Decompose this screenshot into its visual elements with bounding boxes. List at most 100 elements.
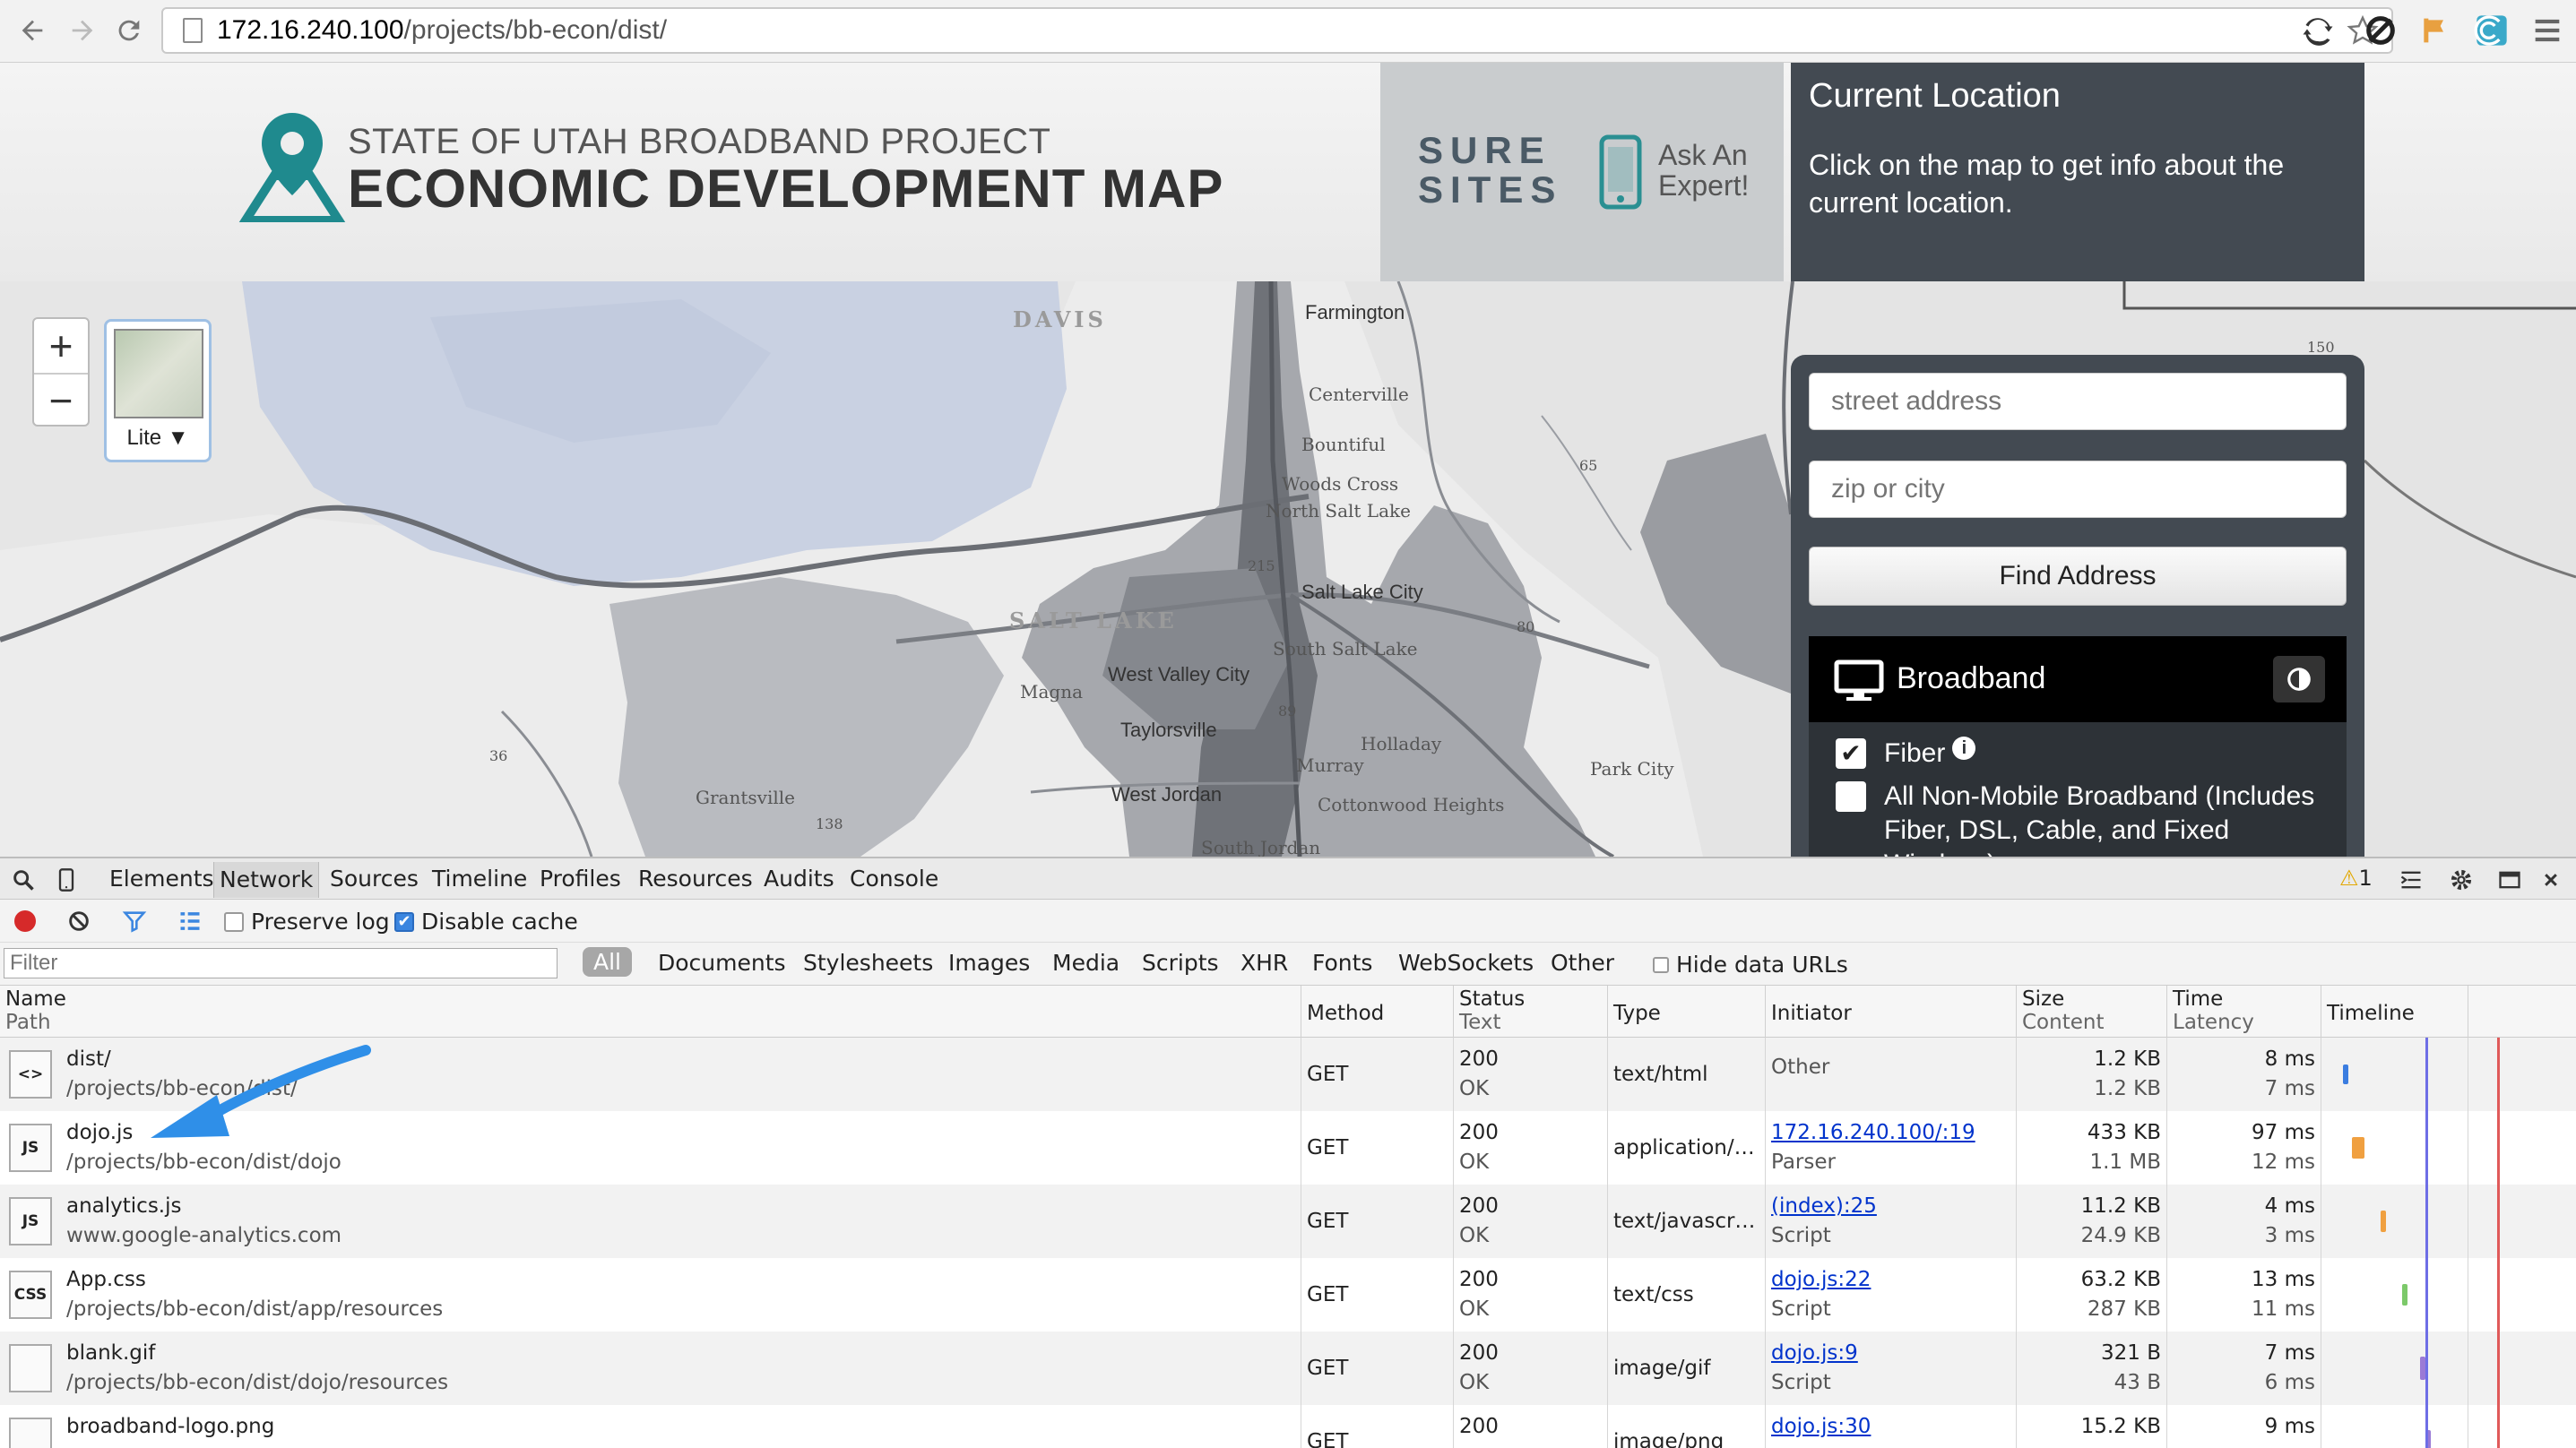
cell-initiator: dojo.js:9 Script [1766, 1332, 2017, 1405]
zoom-control: + − [32, 317, 90, 427]
record-button[interactable] [14, 910, 36, 932]
zip-city-input[interactable] [1809, 461, 2347, 518]
warning-counter[interactable]: ⚠1 [2339, 866, 2373, 891]
initiator-link[interactable]: (index):25 [1771, 1192, 2010, 1221]
forward-button[interactable] [61, 9, 104, 52]
cell-name[interactable]: blank.gif/projects/bb-econ/dist/dojo/res… [0, 1332, 1301, 1405]
table-row[interactable]: CSS App.css/projects/bb-econ/dist/app/res… [0, 1258, 2576, 1332]
current-location-panel: Current Location Click on the map to get… [1791, 63, 2364, 281]
request-name: blank.gif [66, 1341, 156, 1365]
cell-name[interactable]: CSS App.css/projects/bb-econ/dist/app/res… [0, 1258, 1301, 1332]
tab-profiles[interactable]: Profiles [540, 866, 621, 892]
type-filter-other[interactable]: Other [1551, 950, 1614, 976]
disable-cache-checkbox[interactable]: ✔ [394, 911, 414, 932]
cell-name[interactable]: JS analytics.js www.google-analytics.com [0, 1185, 1301, 1258]
large-rows-toggle[interactable] [176, 907, 204, 935]
phone-icon[interactable] [1599, 134, 1642, 210]
layer-opacity-toggle[interactable] [2273, 656, 2325, 702]
type-filter-xhr[interactable]: XHR [1240, 950, 1288, 976]
sync-icon[interactable] [2302, 14, 2334, 47]
cell-type: application/… [1608, 1111, 1766, 1185]
filter-toggle-button[interactable] [120, 907, 149, 935]
table-row[interactable]: <> dist//projects/bb-econ/dist/GET 200 OK te… [0, 1038, 2576, 1111]
column-name[interactable]: Name Path [0, 986, 1301, 1038]
table-row[interactable]: JS dojo.js/projects/bb-econ/dist/dojo GET 2… [0, 1111, 2576, 1185]
fiber-option[interactable]: ✔ Fiber i [1836, 737, 1976, 771]
tab-audits[interactable]: Audits [764, 866, 834, 892]
table-row[interactable]: broadband-logo.png GET 200 image/png dojo.js… [0, 1405, 2576, 1448]
request-time: 13 ms [2252, 1268, 2315, 1291]
preserve-log-option[interactable]: Preserve log [224, 909, 390, 935]
column-type[interactable]: Type [1608, 986, 1766, 1038]
initiator-link[interactable]: dojo.js:30 [1771, 1412, 2010, 1442]
ask-expert-link[interactable]: Ask An Expert! [1658, 140, 1749, 201]
inspect-element-button[interactable] [9, 866, 38, 894]
info-icon[interactable]: i [1952, 737, 1976, 760]
dock-button[interactable] [2495, 866, 2524, 894]
column-status[interactable]: Status Text [1454, 986, 1608, 1038]
tab-elements[interactable]: Elements [109, 866, 214, 892]
clear-button[interactable] [65, 907, 93, 935]
cell-name[interactable]: broadband-logo.png [0, 1405, 1301, 1448]
tab-timeline[interactable]: Timeline [432, 866, 527, 892]
reload-icon [118, 20, 140, 41]
transfer-size: 11.2 KB [2080, 1194, 2161, 1218]
map-label-west-valley-city: West Valley City [1108, 663, 1250, 685]
tab-resources[interactable]: Resources [638, 866, 753, 892]
column-size[interactable]: Size Content [2017, 986, 2167, 1038]
extension-icon-3[interactable] [2472, 11, 2511, 50]
table-row[interactable]: JS analytics.js www.google-analytics.com GE… [0, 1185, 2576, 1258]
tab-sources[interactable]: Sources [330, 866, 419, 892]
settings-button[interactable] [2447, 866, 2476, 894]
tab-console[interactable]: Console [850, 866, 938, 892]
filter-input[interactable] [4, 948, 558, 978]
hide-data-urls-option[interactable]: Hide data URLs [1653, 952, 1848, 978]
sure-sites-logo[interactable]: SURE SITES [1418, 131, 1562, 210]
preserve-log-checkbox[interactable] [224, 911, 244, 932]
type-filter-media[interactable]: Media [1052, 950, 1119, 976]
request-time: 9 ms [2264, 1415, 2315, 1438]
initiator-link[interactable]: 172.16.240.100/:19 [1771, 1118, 2010, 1148]
extension-icon-2[interactable] [2415, 11, 2454, 50]
menu-button[interactable] [2528, 11, 2567, 50]
type-filter-fonts[interactable]: Fonts [1312, 950, 1372, 976]
tab-network[interactable]: Network [213, 862, 320, 898]
column-initiator[interactable]: Initiator [1766, 986, 2017, 1038]
map-label-salt-lake-city: Salt Lake City [1301, 581, 1423, 603]
broadband-title: Broadband [1897, 661, 2046, 695]
type-filter-stylesheets[interactable]: Stylesheets [803, 950, 933, 976]
close-devtools-button[interactable] [2537, 866, 2565, 894]
type-filter-websockets[interactable]: WebSockets [1398, 950, 1534, 976]
column-timeline[interactable]: Timeline [2321, 986, 2468, 1038]
column-method[interactable]: Method [1301, 986, 1454, 1038]
all-nonmobile-checkbox[interactable] [1836, 781, 1866, 812]
initiator-link[interactable]: dojo.js:22 [1771, 1265, 2010, 1295]
fiber-checkbox[interactable]: ✔ [1836, 738, 1866, 769]
disable-cache-option[interactable]: ✔ Disable cache [394, 909, 578, 935]
basemap-selector[interactable]: Lite ▼ [104, 319, 212, 462]
reload-button[interactable] [108, 9, 151, 52]
type-filter-images[interactable]: Images [948, 950, 1030, 976]
street-address-input[interactable] [1809, 373, 2347, 430]
type-filter-scripts[interactable]: Scripts [1142, 950, 1219, 976]
zoom-out-button[interactable]: − [34, 373, 88, 427]
map-label-cottonwood-heights: Cottonwood Heights [1318, 794, 1505, 815]
sure-sites-panel[interactable]: SURE SITES Ask An Expert! [1380, 63, 1784, 281]
cell-initiator: dojo.js:30 [1766, 1405, 2017, 1448]
route-shield-36: 36 [489, 747, 508, 764]
hide-data-urls-checkbox[interactable] [1653, 956, 1669, 973]
column-time[interactable]: Time Latency [2167, 986, 2321, 1038]
find-address-button[interactable]: Find Address [1809, 547, 2347, 606]
back-button[interactable] [11, 9, 54, 52]
type-filter-all[interactable]: All [583, 947, 632, 977]
zoom-in-button[interactable]: + [34, 319, 88, 373]
broadband-header[interactable]: Broadband [1809, 636, 2347, 722]
device-mode-button[interactable] [52, 866, 81, 894]
type-filter-documents[interactable]: Documents [658, 950, 786, 976]
show-drawer-button[interactable] [2397, 866, 2425, 894]
table-row[interactable]: blank.gif/projects/bb-econ/dist/dojo/res… [0, 1332, 2576, 1405]
address-bar[interactable]: 172.16.240.100/projects/bb-econ/dist/ [161, 7, 2393, 54]
initiator-link[interactable]: dojo.js:9 [1771, 1339, 2010, 1368]
extension-icon-1[interactable] [2361, 11, 2400, 50]
cell-type: text/css [1608, 1258, 1766, 1332]
